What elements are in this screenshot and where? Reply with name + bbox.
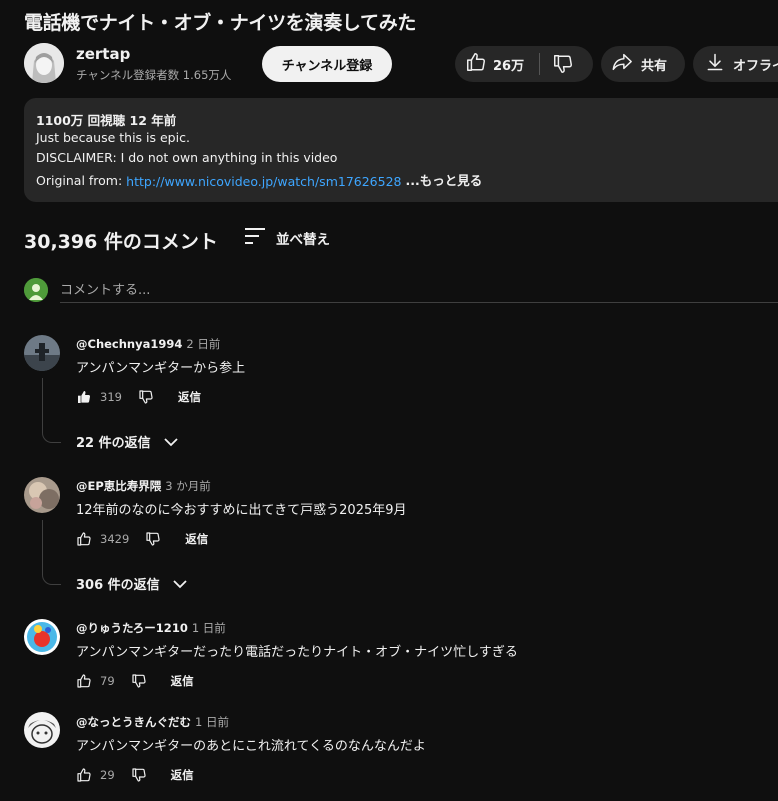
replies-count: 22 件の返信 [76, 436, 151, 451]
thumbs-up-icon [77, 532, 91, 546]
thread-line [42, 520, 61, 585]
thumbs-up-icon [77, 674, 91, 688]
chevron-down-icon [163, 434, 179, 450]
dislike-button[interactable] [552, 53, 574, 75]
comment-time[interactable]: 1 日前 [192, 621, 226, 635]
comment-actions: 79 返信 [76, 671, 194, 691]
user-avatar [24, 278, 48, 302]
thumbs-down-icon [554, 55, 573, 73]
comment-actions: 29 返信 [76, 765, 194, 785]
comment-like-button[interactable] [76, 389, 92, 405]
thumbs-down-icon [146, 532, 160, 546]
sort-label: 並べ替え [276, 232, 330, 248]
sort-lines-icon [244, 226, 266, 250]
comment-like-button[interactable] [76, 767, 92, 783]
comment-avatar[interactable] [24, 477, 60, 513]
download-label: オフライ [733, 58, 778, 74]
like-dislike-bar: 26万 [455, 46, 593, 82]
description-line-2: DISCLAIMER: I do not own anything in thi… [36, 150, 338, 165]
comment-avatar[interactable] [24, 712, 60, 748]
view-replies-button[interactable]: 22 件の返信 [76, 432, 179, 451]
replies-count: 306 件の返信 [76, 578, 160, 593]
thumbs-down-icon [132, 674, 146, 688]
thumbs-down-icon [132, 768, 146, 782]
chevron-down-icon [172, 576, 188, 592]
comment-dislike-button[interactable] [138, 389, 154, 405]
subscribe-button[interactable]: チャンネル登録 [262, 46, 392, 82]
share-label: 共有 [641, 58, 668, 74]
thumbs-down-icon [139, 390, 153, 404]
description-line-3: Original from: http://www.nicovideo.jp/w… [36, 170, 482, 189]
comment-reply-button[interactable]: 返信 [185, 531, 208, 547]
comment-like-count: 3429 [100, 532, 130, 546]
comment-header: @りゅうたろー1210 1 日前 [76, 620, 226, 636]
show-more-link[interactable]: ...もっと見る [405, 173, 482, 188]
subscriber-count: チャンネル登録者数 1.65万人 [76, 68, 232, 82]
source-link[interactable]: http://www.nicovideo.jp/watch/sm17626528 [126, 174, 401, 189]
comment-reply-button[interactable]: 返信 [171, 673, 194, 689]
channel-avatar[interactable] [24, 43, 64, 83]
comment-like-button[interactable] [76, 531, 92, 547]
comment-text: アンパンマンギターから参上 [76, 361, 246, 376]
comment-avatar[interactable] [24, 619, 60, 655]
comment-time[interactable]: 2 日前 [186, 337, 220, 351]
comment-author[interactable]: @EP恵比寿界隈 [76, 479, 161, 493]
download-icon [705, 52, 725, 76]
share-arrow-icon [611, 51, 633, 77]
comment-text: アンパンマンギターのあとにこれ流れてくるのなんなんだよ [76, 739, 426, 754]
comment-reply-button[interactable]: 返信 [171, 767, 194, 783]
comment-count: 30,396 件のコメント [24, 231, 218, 253]
comment-time[interactable]: 3 か月前 [165, 479, 210, 493]
comment-text: 12年前のなのに今おすすめに出てきて戸惑う2025年9月 [76, 503, 407, 518]
comment-dislike-button[interactable] [131, 673, 147, 689]
comment-reply-button[interactable]: 返信 [178, 389, 201, 405]
comment-author[interactable]: @Chechnya1994 [76, 337, 182, 351]
like-divider [539, 53, 541, 75]
video-title: 電話機でナイト・オブ・ナイツを演奏してみた [24, 12, 417, 34]
comment-header: @EP恵比寿界隈 3 か月前 [76, 478, 211, 494]
comment-avatar[interactable] [24, 335, 60, 371]
add-comment-input[interactable] [60, 278, 778, 303]
original-prefix: Original from: [36, 173, 127, 188]
comment-like-count: 29 [100, 768, 115, 782]
comment-author[interactable]: @なっとうきんぐだむ [76, 715, 191, 729]
comment-like-count: 79 [100, 674, 115, 688]
comment-dislike-button[interactable] [131, 767, 147, 783]
comment-header: @なっとうきんぐだむ 1 日前 [76, 714, 229, 730]
comment-header: @Chechnya1994 2 日前 [76, 336, 220, 352]
view-count-and-date: 1100万 回視聴 12 年前 [36, 113, 177, 128]
download-button[interactable]: オフライ [693, 46, 778, 82]
channel-name[interactable]: zertap [76, 45, 130, 63]
thread-line [42, 378, 61, 443]
share-button[interactable]: 共有 [601, 46, 685, 82]
like-button[interactable]: 26万 [455, 46, 524, 82]
description-line-1: Just because this is epic. [36, 130, 190, 145]
thumbs-up-icon [465, 51, 487, 77]
comment-like-button[interactable] [76, 673, 92, 689]
thumbs-up-icon [78, 391, 91, 403]
comment-dislike-button[interactable] [145, 531, 161, 547]
thumbs-up-icon [77, 768, 91, 782]
comment-like-count: 319 [100, 390, 122, 404]
comment-author[interactable]: @りゅうたろー1210 [76, 621, 188, 635]
view-replies-button[interactable]: 306 件の返信 [76, 574, 188, 593]
comment-actions: 319 返信 [76, 387, 201, 407]
like-count: 26万 [493, 58, 525, 74]
description-box[interactable]: 1100万 回視聴 12 年前 Just because this is epi… [24, 98, 778, 202]
sort-button[interactable]: 並べ替え [244, 226, 330, 250]
comment-text: アンパンマンギターだったり電話だったりナイト・オブ・ナイツ忙しすぎる [76, 645, 518, 660]
comment-actions: 3429 返信 [76, 529, 208, 549]
comment-time[interactable]: 1 日前 [195, 715, 229, 729]
